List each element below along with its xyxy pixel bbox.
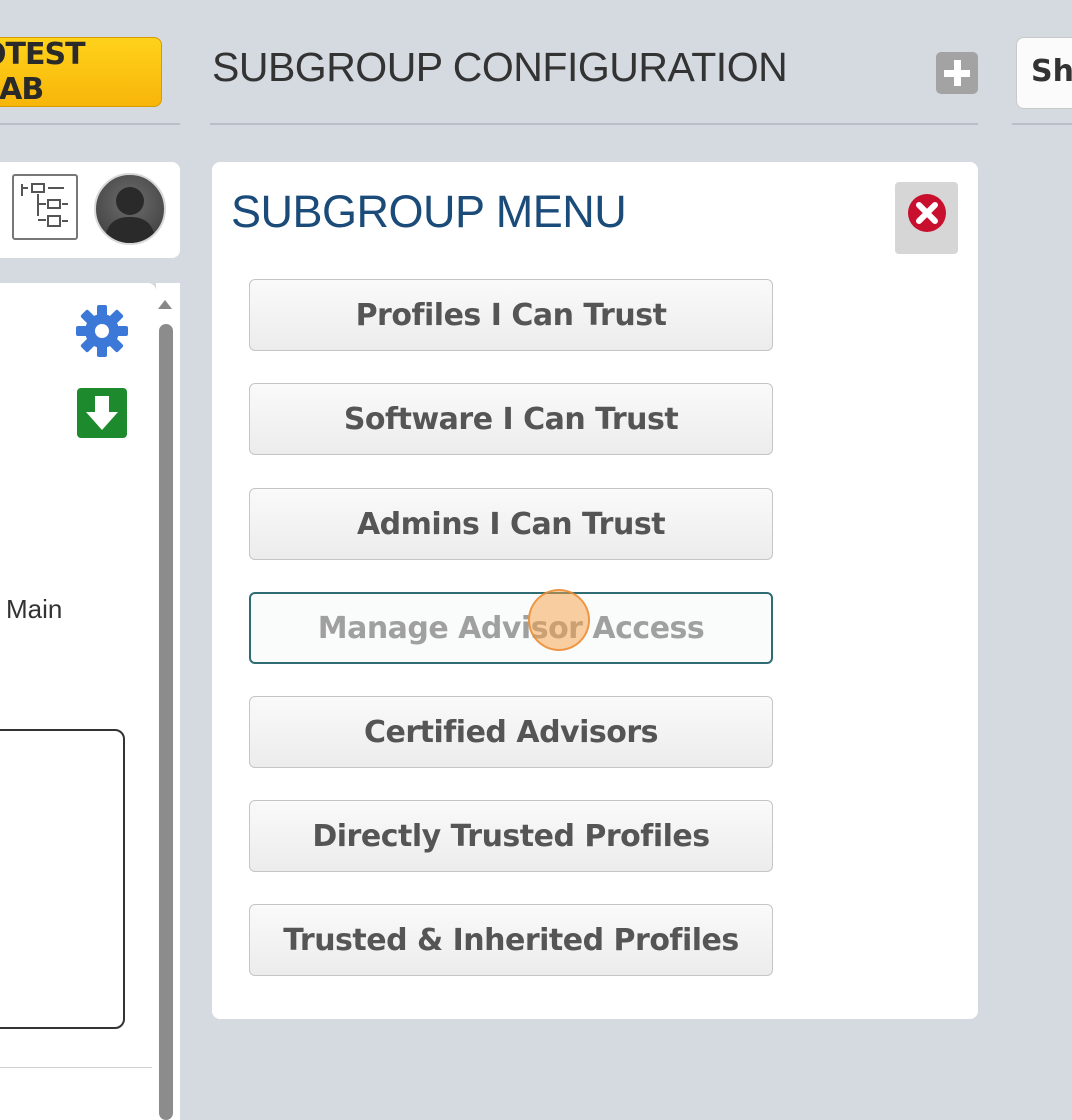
trusted-inherited-profiles-button[interactable]: Trusted & Inherited Profiles xyxy=(249,904,773,976)
add-button[interactable] xyxy=(936,52,978,94)
hierarchy-tree-icon[interactable] xyxy=(12,174,78,240)
close-icon[interactable] xyxy=(907,193,947,233)
certified-advisors-button[interactable]: Certified Advisors xyxy=(249,696,773,768)
menu-title: SUBGROUP MENU xyxy=(231,186,627,237)
software-i-can-trust-button[interactable]: Software I Can Trust xyxy=(249,383,773,455)
header-divider xyxy=(210,123,978,125)
profiles-i-can-trust-button[interactable]: Profiles I Can Trust xyxy=(249,279,773,351)
right-divider xyxy=(1012,123,1072,125)
gear-icon[interactable] xyxy=(74,303,130,359)
click-indicator xyxy=(528,589,590,651)
left-bottom-divider xyxy=(0,1067,152,1068)
left-content-box xyxy=(0,729,125,1029)
show-button[interactable]: Sh xyxy=(1016,37,1072,109)
user-avatar[interactable] xyxy=(94,173,166,245)
lab-badge[interactable]: OTEST LAB xyxy=(0,37,162,107)
admins-i-can-trust-button[interactable]: Admins I Can Trust xyxy=(249,488,773,560)
manage-advisor-access-button[interactable]: Manage Advisor Access xyxy=(249,592,773,664)
page-title: SUBGROUP CONFIGURATION xyxy=(212,44,788,90)
directly-trusted-profiles-button[interactable]: Directly Trusted Profiles xyxy=(249,800,773,872)
main-label: Main xyxy=(6,594,63,624)
scrollbar-thumb[interactable] xyxy=(159,324,173,1120)
download-icon[interactable] xyxy=(77,388,127,438)
left-divider xyxy=(0,123,180,125)
scroll-up-arrow-icon[interactable] xyxy=(158,300,172,309)
